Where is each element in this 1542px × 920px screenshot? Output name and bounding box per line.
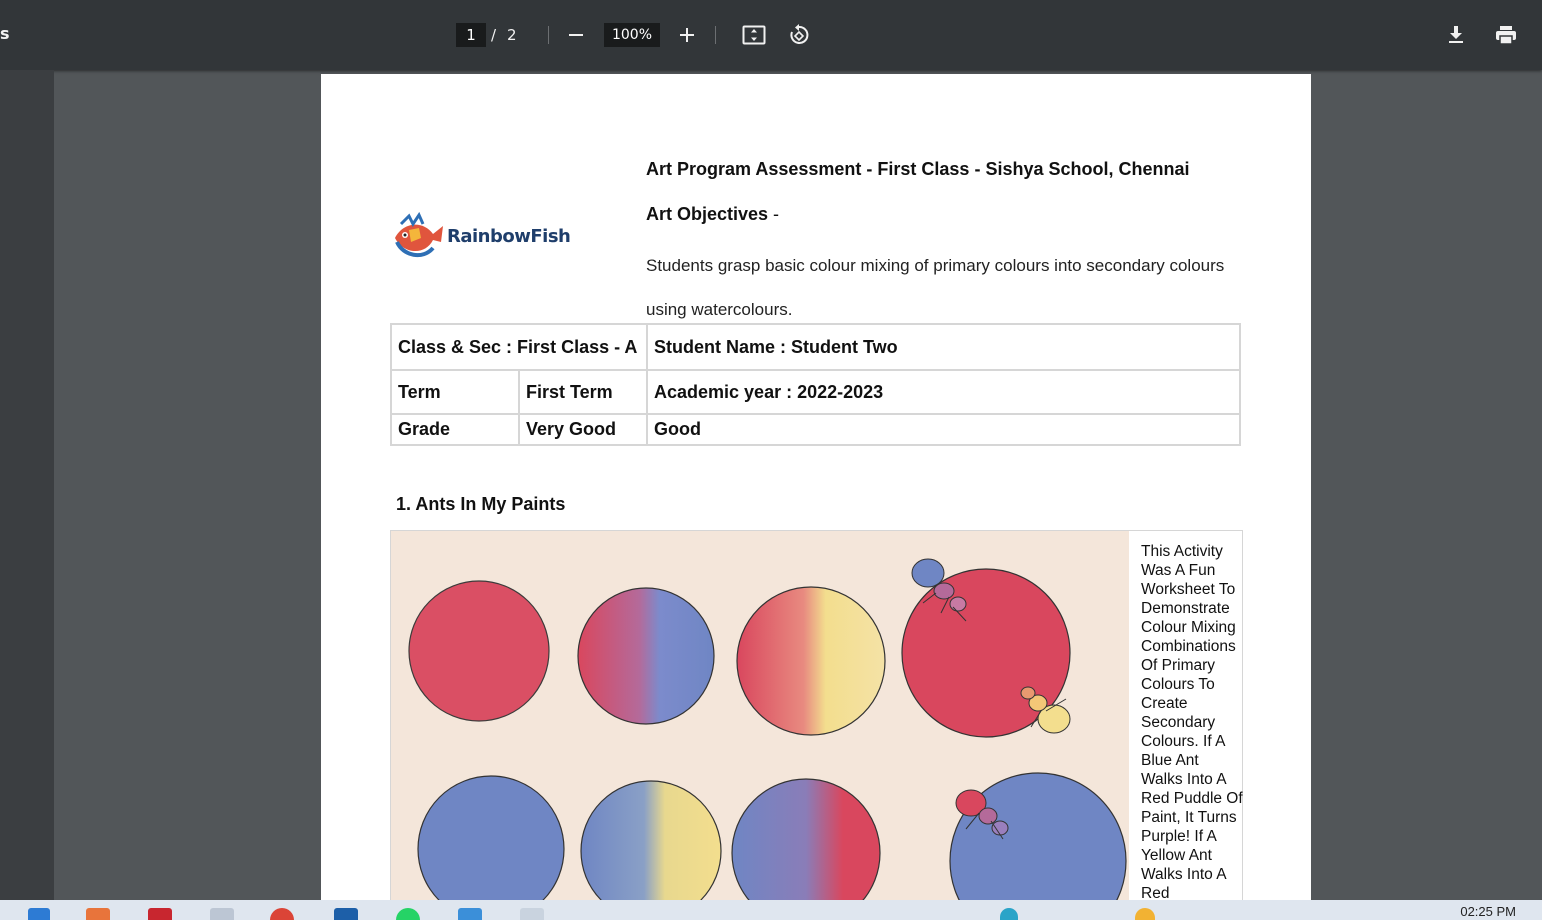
red-yellow-circle bbox=[736, 586, 886, 736]
rainbowfish-logo: RainbowFish bbox=[389, 212, 571, 264]
taskbar-app-icon[interactable] bbox=[148, 908, 172, 920]
taskbar-app-icon[interactable] bbox=[458, 908, 482, 920]
grade-remark-cell: Good bbox=[646, 413, 1241, 446]
objectives-dash: - bbox=[768, 204, 780, 224]
zoom-level-input[interactable]: 100% bbox=[604, 23, 660, 47]
pdf-page: RainbowFish Art Program Assessment - Fir… bbox=[321, 74, 1311, 914]
blue-red-circle bbox=[731, 778, 881, 914]
taskbar-app-icon[interactable] bbox=[520, 908, 544, 920]
pdf-toolbar: s 1 / 2 100% bbox=[0, 0, 1542, 70]
zoom-in-button[interactable] bbox=[672, 20, 702, 50]
download-button[interactable] bbox=[1441, 20, 1471, 50]
page-number-input[interactable]: 1 bbox=[456, 23, 486, 47]
student-info-table: Class & Sec : First Class - A Student Na… bbox=[390, 323, 1241, 446]
student-name-cell: Student Name : Student Two bbox=[646, 323, 1241, 371]
red-blue-circle bbox=[577, 587, 715, 725]
document-title: s bbox=[0, 24, 10, 43]
table-row: Class & Sec : First Class - A Student Na… bbox=[390, 323, 1241, 371]
term-label-cell: Term bbox=[390, 369, 520, 415]
download-icon bbox=[1449, 26, 1463, 43]
side-strip bbox=[0, 70, 54, 900]
page-total: 2 bbox=[507, 26, 517, 44]
academic-year-cell: Academic year : 2022-2023 bbox=[646, 369, 1241, 415]
fit-page-icon bbox=[742, 25, 766, 45]
print-icon bbox=[1496, 26, 1516, 45]
table-row: Grade Very Good Good bbox=[390, 413, 1241, 446]
taskbar-app-icon[interactable] bbox=[86, 908, 110, 920]
toolbar-divider bbox=[548, 26, 549, 44]
print-button[interactable] bbox=[1491, 20, 1521, 50]
table-row: Term First Term Academic year : 2022-202… bbox=[390, 369, 1241, 415]
fish-logo-icon bbox=[395, 212, 443, 258]
term-value-cell: First Term bbox=[518, 369, 648, 415]
zoom-out-icon bbox=[569, 34, 583, 36]
objectives-label: Art Objectives bbox=[646, 204, 769, 224]
taskbar-app-icon[interactable] bbox=[210, 908, 234, 920]
blue-circle bbox=[417, 775, 565, 914]
section-heading: 1. Ants In My Paints bbox=[396, 494, 566, 514]
watercolour-circles-image bbox=[408, 558, 1127, 914]
taskbar-clock[interactable]: 02:25 PM bbox=[1460, 904, 1516, 919]
zoom-in-icon bbox=[680, 28, 694, 42]
class-section-cell: Class & Sec : First Class - A bbox=[390, 323, 648, 371]
zoom-out-button[interactable] bbox=[561, 20, 591, 50]
fit-page-button[interactable] bbox=[739, 20, 769, 50]
rotate-button[interactable] bbox=[784, 20, 814, 50]
taskbar-app-icon[interactable] bbox=[334, 908, 358, 920]
activity-block: This Activity Was A Fun Worksheet To Dem… bbox=[390, 530, 1243, 914]
taskbar-app-icon[interactable] bbox=[1000, 908, 1018, 920]
document-heading: Art Program Assessment - First Class - S… bbox=[646, 159, 1190, 179]
grade-label-cell: Grade bbox=[390, 413, 520, 446]
objectives-text: Students grasp basic colour mixing of pr… bbox=[646, 256, 1225, 319]
objectives-heading: Art Objectives - bbox=[646, 204, 779, 225]
artwork-image bbox=[391, 531, 1129, 914]
taskbar-app-icon[interactable] bbox=[28, 908, 50, 920]
red-circle bbox=[408, 580, 550, 722]
rotate-icon bbox=[790, 24, 809, 44]
logo-text: RainbowFish bbox=[447, 226, 571, 247]
toolbar-divider bbox=[715, 26, 716, 44]
blue-yellow-circle bbox=[580, 780, 722, 914]
grade-value-cell: Very Good bbox=[518, 413, 648, 446]
page-separator: / bbox=[491, 26, 497, 44]
activity-description: This Activity Was A Fun Worksheet To Dem… bbox=[1141, 543, 1243, 902]
